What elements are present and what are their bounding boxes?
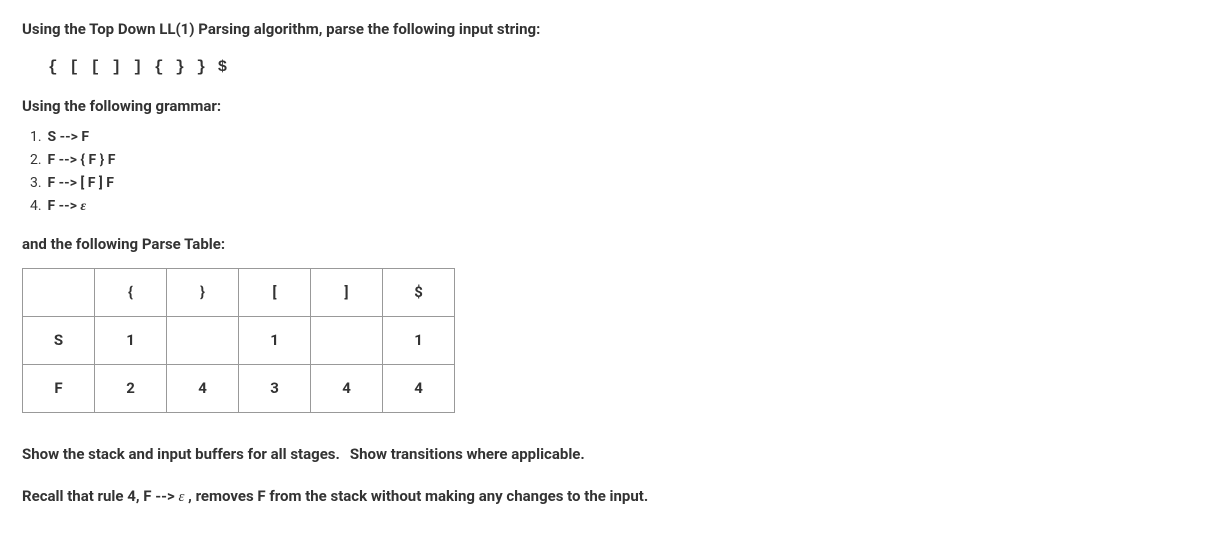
- input-string: { [ [ ] ] { } } $: [48, 55, 1192, 79]
- recall-text: Recall that rule 4, F --> ε , removes F …: [22, 485, 1192, 509]
- rule-body: F --> [ F ] F: [47, 175, 113, 191]
- cell: 1: [383, 316, 455, 364]
- cell: [167, 316, 239, 364]
- header-cell-rbracket: ]: [311, 268, 383, 316]
- grammar-intro: Using the following grammar:: [22, 95, 1192, 118]
- rule-body: F --> { F } F: [47, 152, 115, 168]
- row-label-s: S: [23, 316, 95, 364]
- rule-num: 4.: [30, 196, 44, 217]
- row-label-f: F: [23, 364, 95, 412]
- cell: 3: [239, 364, 311, 412]
- table-row-f: F 2 4 3 4 4: [23, 364, 455, 412]
- grammar-list: 1. S --> F 2. F --> { F } F 3. F --> [ F…: [30, 127, 1192, 217]
- cell: 2: [95, 364, 167, 412]
- rule-num: 1.: [30, 127, 44, 148]
- cell: [311, 316, 383, 364]
- grammar-rule-4: 4. F --> ε: [30, 196, 1192, 217]
- rule-body: S --> F: [47, 129, 89, 145]
- rule-num: 2.: [30, 150, 44, 171]
- header-cell-lbracket: [: [239, 268, 311, 316]
- header-cell-empty: [23, 268, 95, 316]
- table-row-s: S 1 1 1: [23, 316, 455, 364]
- header-cell-lbrace: {: [95, 268, 167, 316]
- rule-body: F --> ε: [47, 198, 86, 214]
- parse-table-intro: and the following Parse Table:: [22, 233, 1192, 256]
- rule-num: 3.: [30, 173, 44, 194]
- cell: 4: [383, 364, 455, 412]
- cell: 1: [239, 316, 311, 364]
- grammar-rule-2: 2. F --> { F } F: [30, 150, 1192, 171]
- cell: 4: [311, 364, 383, 412]
- header-cell-rbrace: }: [167, 268, 239, 316]
- table-header-row: { } [ ] $: [23, 268, 455, 316]
- grammar-rule-3: 3. F --> [ F ] F: [30, 173, 1192, 194]
- intro-text: Using the Top Down LL(1) Parsing algorit…: [22, 18, 1192, 41]
- cell: 1: [95, 316, 167, 364]
- cell: 4: [167, 364, 239, 412]
- header-cell-dollar: $: [383, 268, 455, 316]
- instruction-text: Show the stack and input buffers for all…: [22, 443, 1192, 466]
- grammar-rule-1: 1. S --> F: [30, 127, 1192, 148]
- parse-table: { } [ ] $ S 1 1 1 F 2 4 3 4 4: [22, 268, 455, 413]
